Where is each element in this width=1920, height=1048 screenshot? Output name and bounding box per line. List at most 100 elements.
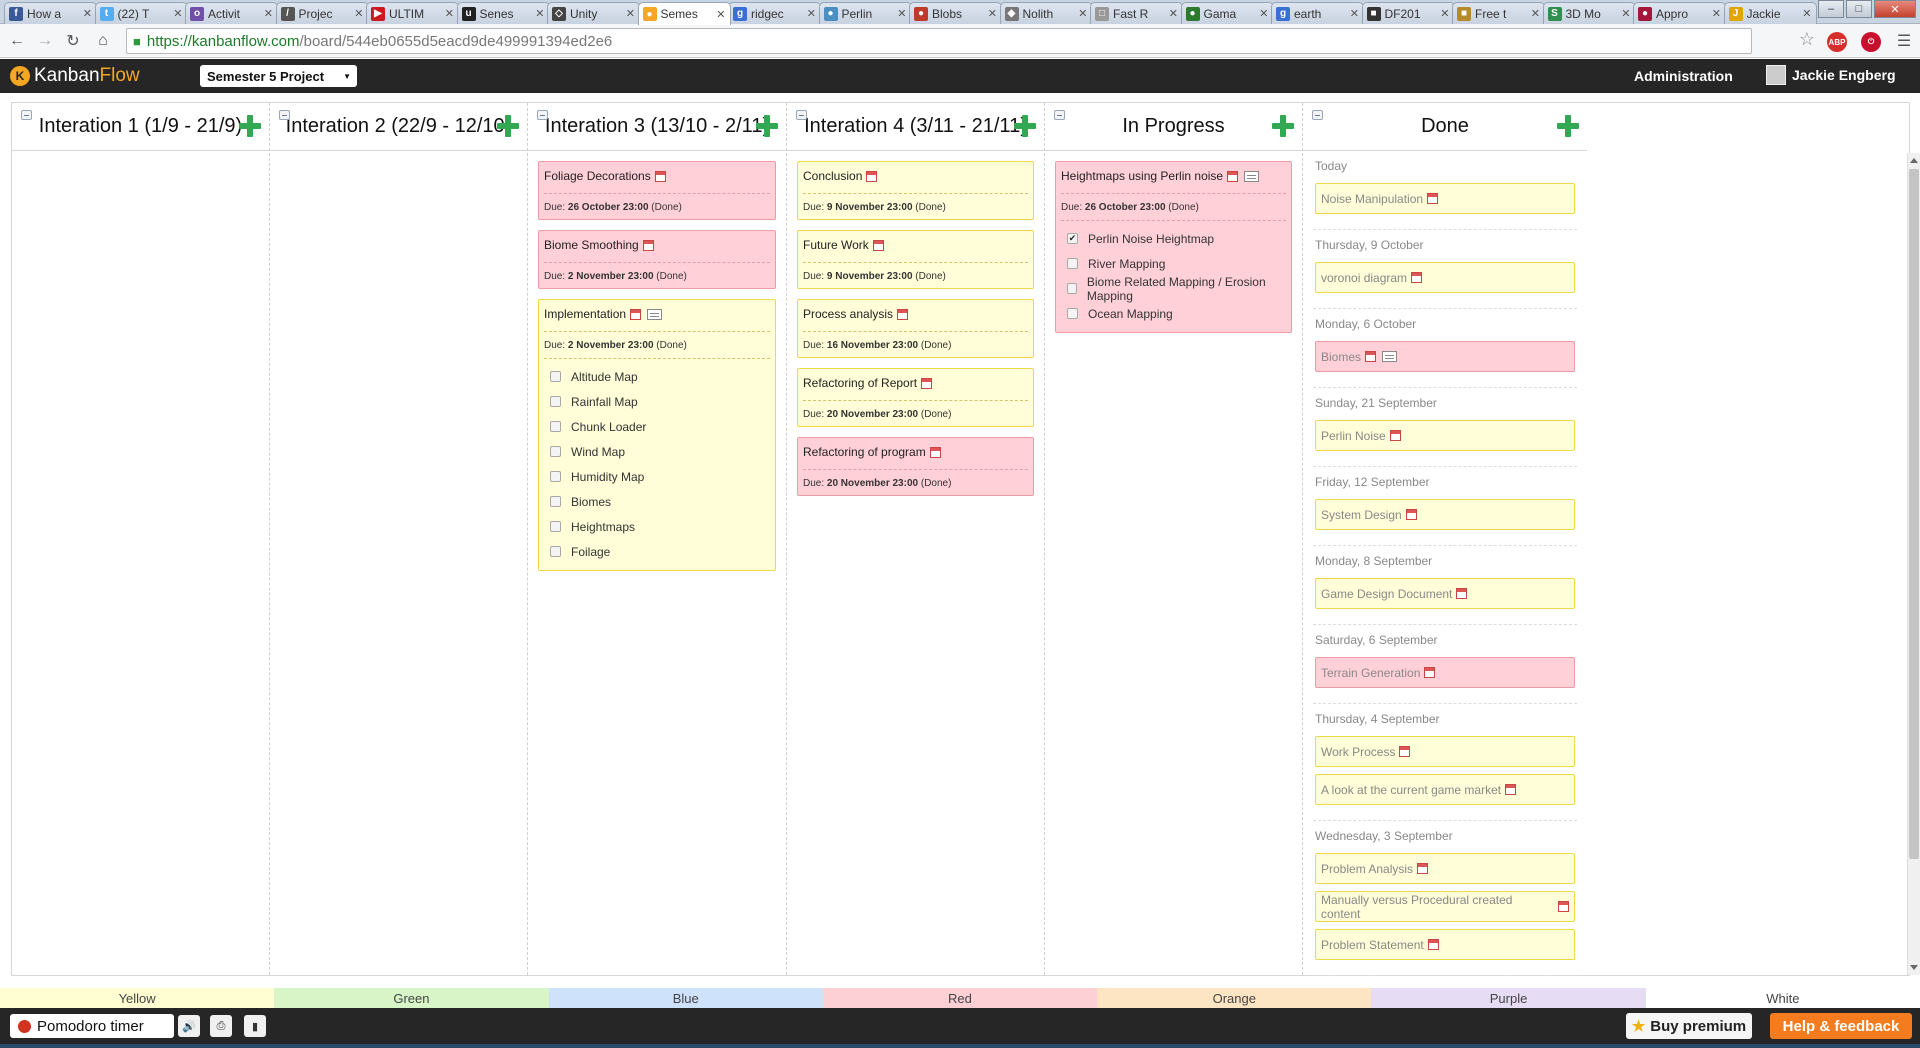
subtask-item[interactable]: Humidity Map [544, 464, 770, 489]
user-menu[interactable]: Jackie Engberg [1766, 65, 1896, 85]
home-icon[interactable]: ⌂ [94, 32, 112, 50]
tab-close-icon[interactable]: ✕ [807, 7, 816, 20]
subtask-checkbox[interactable]: ✔ [1067, 233, 1078, 244]
collapse-column-icon[interactable] [796, 110, 807, 120]
subtask-checkbox[interactable] [550, 396, 561, 407]
color-filter-orange[interactable]: Orange [1097, 988, 1372, 1008]
administration-link[interactable]: Administration [1634, 68, 1733, 84]
browser-tab[interactable]: o Activit ✕ [185, 2, 278, 24]
add-task-icon[interactable] [756, 115, 778, 137]
color-filter-red[interactable]: Red [822, 988, 1098, 1008]
subtask-item[interactable]: Altitude Map [544, 364, 770, 389]
pomodoro-timer-button[interactable]: Pomodoro timer [10, 1014, 174, 1038]
tab-close-icon[interactable]: ✕ [1621, 7, 1630, 20]
minimize-window-button[interactable]: – [1818, 0, 1844, 18]
browser-tab[interactable]: ▶ ULTIM ✕ [366, 2, 459, 24]
subtask-checkbox[interactable] [1067, 258, 1078, 269]
subtask-item[interactable]: River Mapping [1061, 251, 1286, 276]
color-filter-yellow[interactable]: Yellow [0, 988, 275, 1008]
tab-close-icon[interactable]: ✕ [988, 7, 997, 20]
close-window-button[interactable]: ✕ [1874, 0, 1916, 18]
tab-close-icon[interactable]: ✕ [1169, 7, 1178, 20]
subtask-item[interactable]: ✔ Perlin Noise Heightmap [1061, 226, 1286, 251]
done-task-card[interactable]: Biomes [1315, 341, 1575, 372]
done-task-card[interactable]: A look at the current game market [1315, 774, 1575, 805]
maximize-window-button[interactable]: □ [1846, 0, 1872, 18]
chart-icon[interactable]: ▮ [244, 1015, 266, 1037]
board-selector[interactable]: Semester 5 Project ▼ [200, 65, 357, 87]
forward-arrow-icon[interactable]: → [36, 32, 54, 50]
tab-close-icon[interactable]: ✕ [83, 7, 92, 20]
subtask-checkbox[interactable] [550, 546, 561, 557]
tab-close-icon[interactable]: ✕ [354, 7, 363, 20]
done-task-card[interactable]: Work Process [1315, 736, 1575, 767]
browser-tab[interactable]: ■ DF201 ✕ [1361, 2, 1455, 24]
browser-tab[interactable]: ● Gama ✕ [1180, 2, 1274, 24]
subtask-item[interactable]: Heightmaps [544, 514, 770, 539]
collapse-column-icon[interactable] [1312, 110, 1323, 120]
tab-close-icon[interactable]: ✕ [1712, 7, 1721, 20]
subtask-checkbox[interactable] [1067, 308, 1078, 319]
browser-tab[interactable]: J Jackie ✕ [1723, 2, 1817, 24]
task-card[interactable]: Implementation Due: 2 November 23:00 (Don… [538, 299, 776, 571]
browser-tab[interactable]: ● Perlin ✕ [818, 2, 912, 24]
kanbanflow-logo[interactable]: K Kanban Flow [10, 65, 140, 87]
address-bar[interactable]: ■ https://kanbanflow.com/board/544eb0655… [126, 28, 1752, 54]
adblock-plus-icon[interactable]: ABP [1827, 32, 1847, 52]
back-arrow-icon[interactable]: ← [8, 32, 26, 50]
scrollbar-thumb[interactable] [1909, 169, 1919, 859]
done-task-card[interactable]: Manually versus Procedural created conte… [1315, 891, 1575, 922]
buy-premium-button[interactable]: ★ Buy premium [1626, 1013, 1752, 1039]
browser-tab[interactable]: ◇ Unity ✕ [547, 2, 640, 24]
subtask-item[interactable]: Rainfall Map [544, 389, 770, 414]
browser-tab[interactable]: □ Fast R ✕ [1090, 2, 1183, 24]
scroll-up-arrow-icon[interactable] [1910, 158, 1918, 163]
subtask-checkbox[interactable] [550, 471, 561, 482]
task-card[interactable]: Conclusion Due: 9 November 23:00 (Done) [797, 161, 1034, 220]
browser-tab[interactable]: ● Semes ✕ [637, 2, 731, 25]
subtask-item[interactable]: Ocean Mapping [1061, 301, 1286, 326]
task-card[interactable]: Refactoring of Report Due: 20 November 23… [797, 368, 1034, 427]
tab-close-icon[interactable]: ✕ [1531, 7, 1540, 20]
bookmark-star-icon[interactable]: ☆ [1798, 29, 1816, 49]
done-task-card[interactable]: Game Design Document [1315, 578, 1575, 609]
task-card[interactable]: Biome Smoothing Due: 2 November 23:00 (Do… [538, 230, 776, 289]
add-task-icon[interactable] [1014, 115, 1036, 137]
subtask-item[interactable]: Biomes [544, 489, 770, 514]
tab-close-icon[interactable]: ✕ [626, 7, 635, 20]
browser-tab[interactable]: f How a ✕ [4, 2, 97, 24]
color-filter-green[interactable]: Green [274, 988, 549, 1008]
scroll-down-arrow-icon[interactable] [1910, 965, 1918, 970]
done-task-card[interactable]: System Design [1315, 499, 1575, 530]
subtask-checkbox[interactable] [1067, 283, 1077, 294]
collapse-column-icon[interactable] [279, 110, 290, 120]
tab-close-icon[interactable]: ✕ [445, 7, 454, 20]
browser-tab[interactable]: / Projec ✕ [275, 2, 369, 24]
subtask-checkbox[interactable] [550, 521, 561, 532]
subtask-checkbox[interactable] [550, 371, 561, 382]
tab-close-icon[interactable]: ✕ [1440, 7, 1449, 20]
add-task-icon[interactable] [1272, 115, 1294, 137]
color-filter-purple[interactable]: Purple [1371, 988, 1646, 1008]
browser-tab[interactable]: g ridgec ✕ [728, 2, 821, 24]
subtask-item[interactable]: Foilage [544, 539, 770, 564]
tab-close-icon[interactable]: ✕ [1802, 7, 1811, 20]
browser-tab[interactable]: ● Appro ✕ [1633, 2, 1726, 24]
task-card[interactable]: Heightmaps using Perlin noise Due: 26 Oct… [1055, 161, 1292, 333]
chrome-menu-icon[interactable]: ☰ [1895, 32, 1913, 50]
add-task-icon[interactable] [1557, 115, 1579, 137]
task-card[interactable]: Future Work Due: 9 November 23:00 (Done) [797, 230, 1034, 289]
color-filter-white[interactable]: White [1645, 988, 1920, 1008]
help-feedback-button[interactable]: Help & feedback [1770, 1013, 1912, 1039]
extension-icon[interactable]: ⏻ [1861, 32, 1881, 52]
subtask-item[interactable]: Biome Related Mapping / Erosion Mapping [1061, 275, 1286, 303]
add-task-icon[interactable] [239, 115, 261, 137]
subtask-checkbox[interactable] [550, 446, 561, 457]
tab-close-icon[interactable]: ✕ [264, 7, 273, 20]
color-filter-blue[interactable]: Blue [548, 988, 823, 1008]
browser-tab[interactable]: ◆ Nolith ✕ [999, 2, 1093, 24]
tab-close-icon[interactable]: ✕ [1259, 7, 1268, 20]
browser-tab[interactable]: S 3D Mo ✕ [1542, 2, 1636, 24]
done-task-card[interactable]: Terrain Generation [1315, 657, 1575, 688]
collapse-column-icon[interactable] [21, 110, 32, 120]
